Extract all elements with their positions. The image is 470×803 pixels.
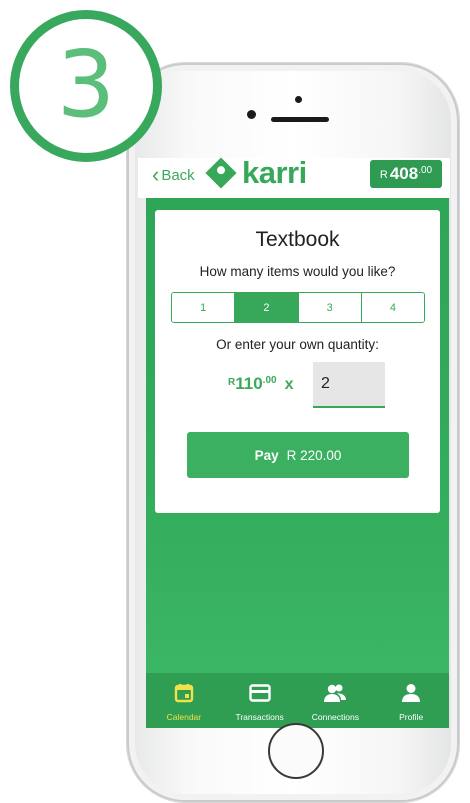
tab-profile[interactable]: Profile [373,673,449,728]
back-button[interactable]: ‹ Back [152,163,195,187]
quantity-option-1[interactable]: 1 [172,293,236,322]
tab-transactions-label: Transactions [235,712,284,722]
tab-connections-label: Connections [311,712,359,722]
brand-logo: karri [205,155,307,190]
people-icon [323,682,347,704]
own-quantity-label: Or enter your own quantity: [216,337,379,352]
balance-amount: 408 [389,164,419,183]
balance-currency: R [379,169,388,181]
brand-name: karri [242,155,307,190]
price-cents: .00 [262,375,277,386]
step-number: 3 [56,31,116,138]
pay-amount: R 220.00 [286,447,342,463]
back-label: Back [161,166,195,184]
tab-connections[interactable]: Connections [298,673,374,728]
multiply-symbol: x [284,376,294,393]
pay-button[interactable]: Pay R 220.00 [187,432,409,478]
quantity-option-2[interactable]: 2 [235,293,299,322]
quantity-selector: 1 2 3 4 [171,292,425,323]
step-badge: 3 [10,10,162,162]
earpiece-speaker [271,117,329,122]
proximity-sensor [295,96,302,103]
person-icon [401,682,421,704]
tab-calendar-label: Calendar [166,712,202,722]
quantity-option-3[interactable]: 3 [298,293,362,322]
tab-profile-label: Profile [399,712,424,722]
tag-logo-icon [205,157,237,189]
bottom-tab-bar: Calendar Transactions Connections Profil… [146,673,449,728]
price-currency: R [228,377,236,388]
balance-badge: R 408 .00 [370,160,442,188]
quantity-input[interactable] [313,362,385,408]
price-amount: 110 [235,374,263,393]
quantity-question: How many items would you like? [199,264,396,279]
balance-cents: .00 [418,165,433,176]
calendar-icon [174,682,194,704]
home-button[interactable] [268,723,324,779]
card-icon [248,682,271,704]
front-camera [247,110,256,119]
chevron-left-icon: ‹ [152,162,160,187]
unit-price: R 110 .00 x [228,374,293,394]
item-title: Textbook [255,228,340,251]
pay-label: Pay [254,447,279,463]
tab-transactions[interactable]: Transactions [222,673,298,728]
quantity-option-4[interactable]: 4 [361,293,424,322]
tab-calendar[interactable]: Calendar [146,673,222,728]
